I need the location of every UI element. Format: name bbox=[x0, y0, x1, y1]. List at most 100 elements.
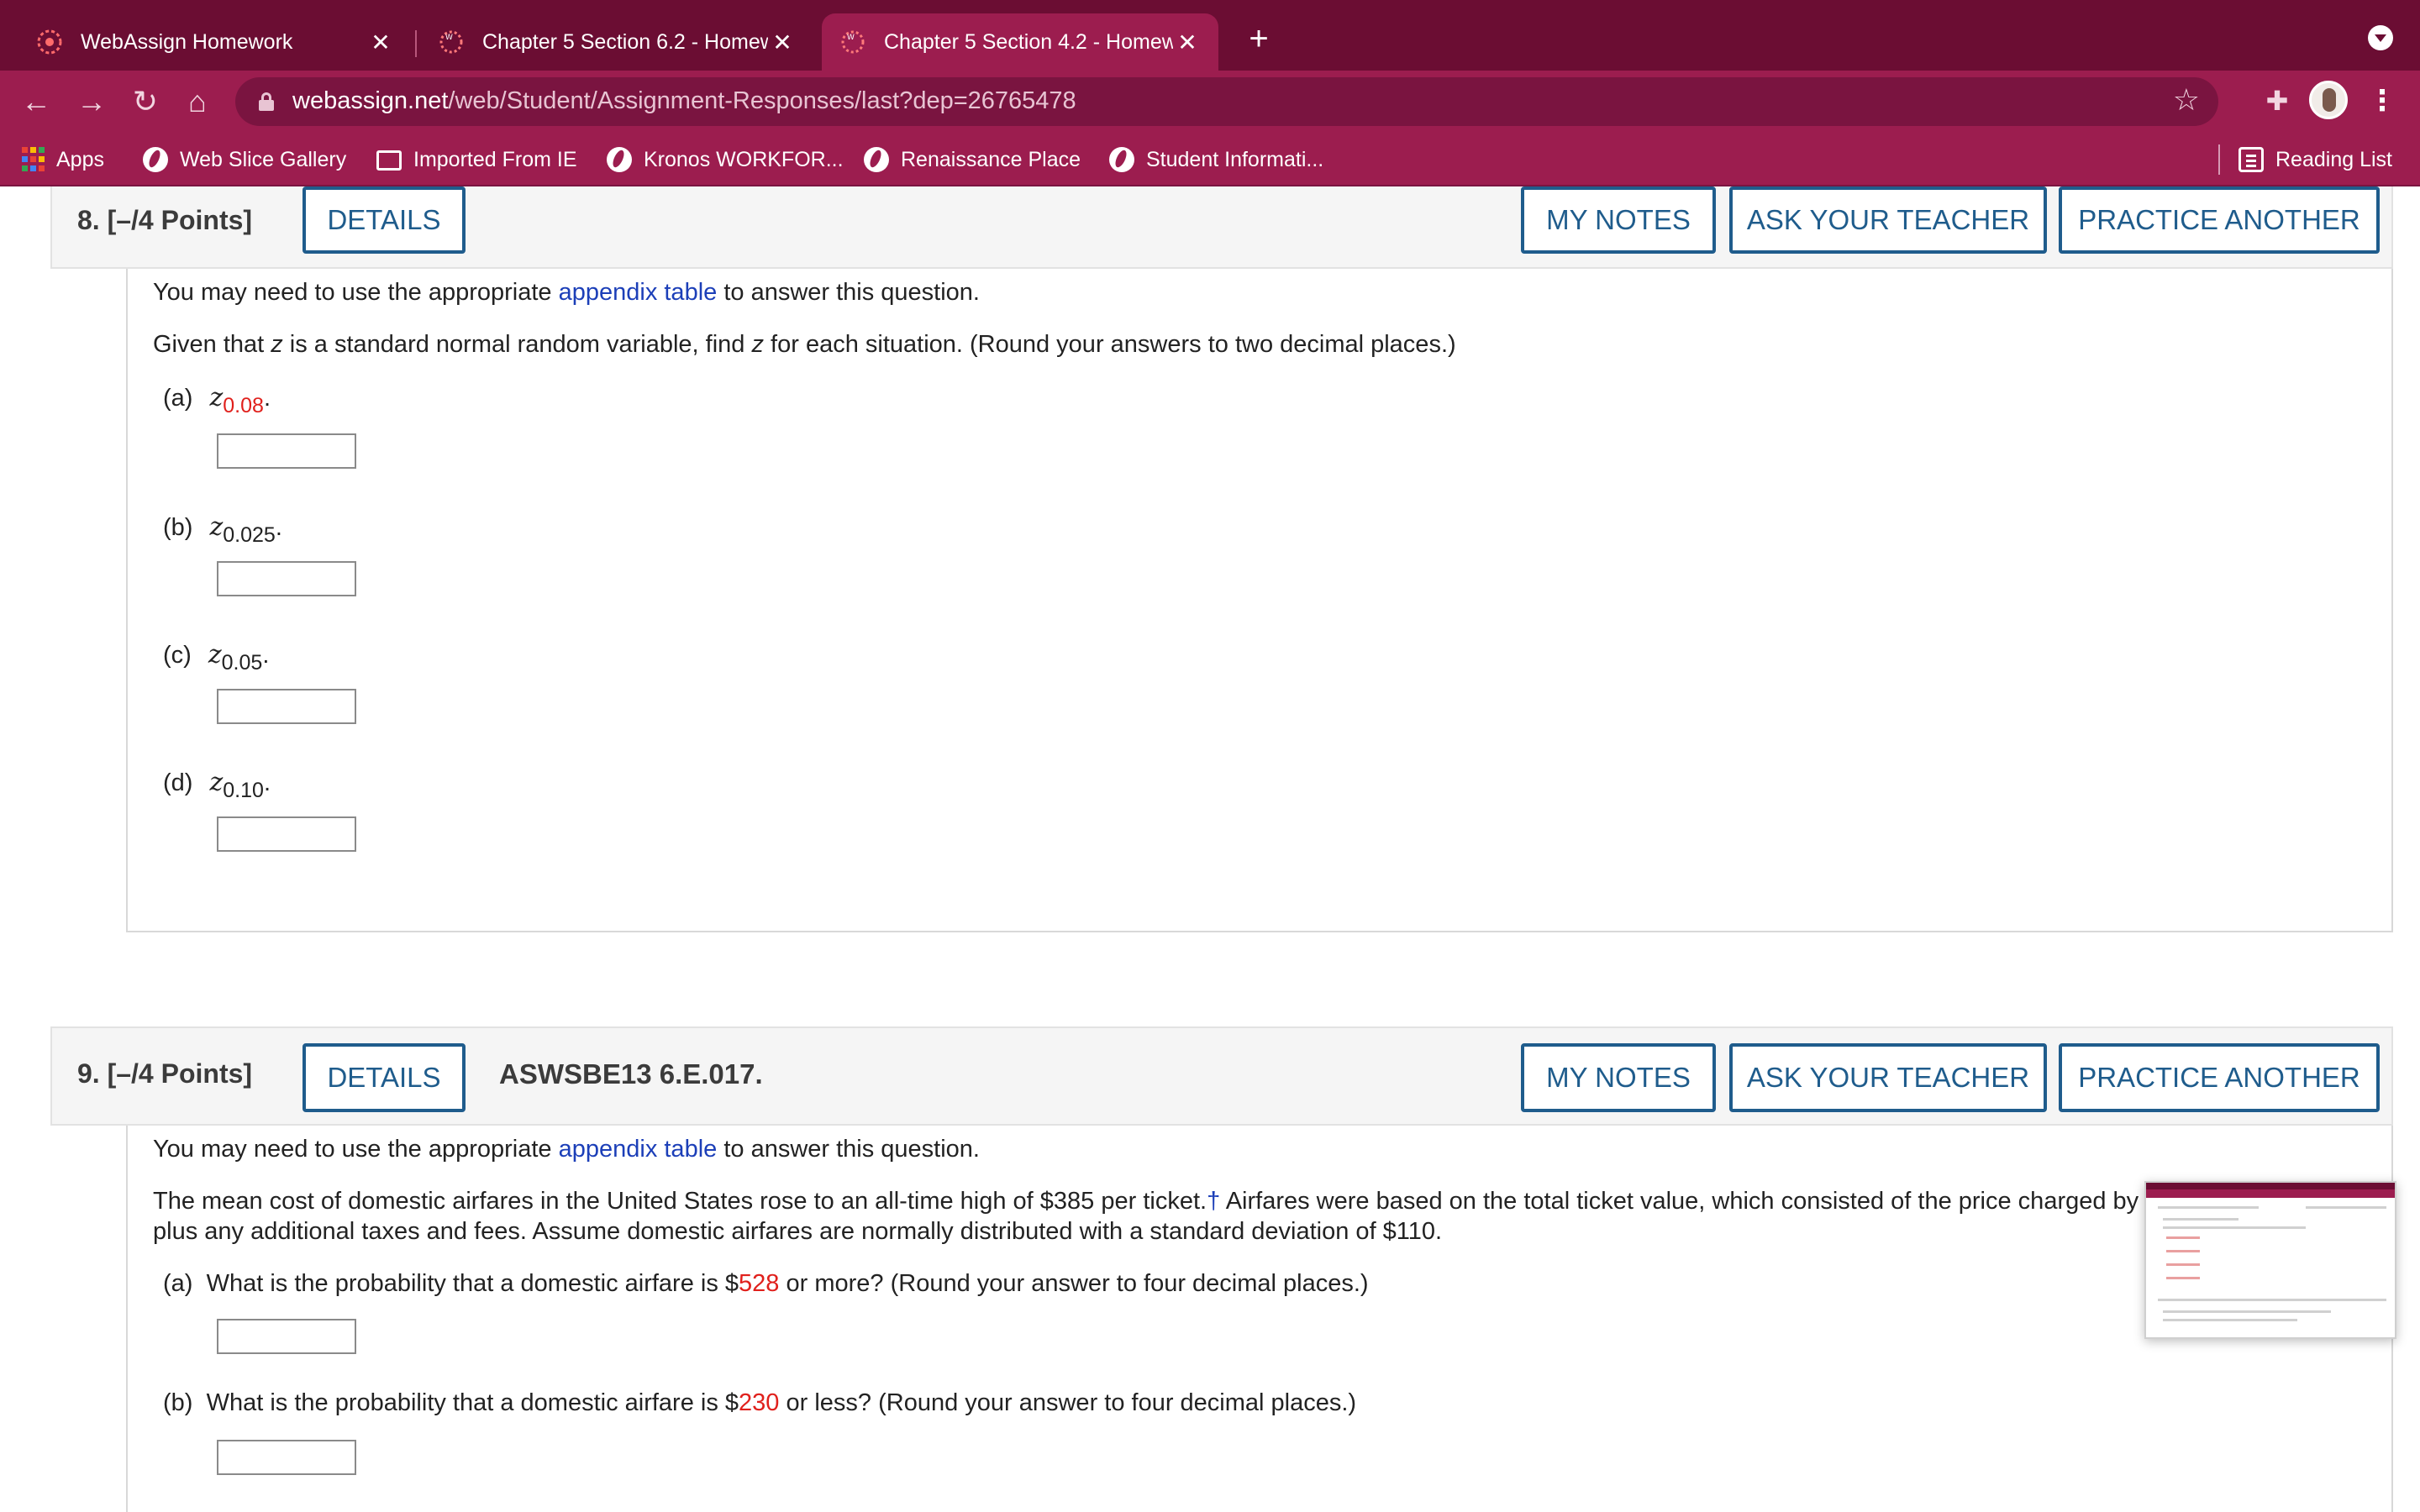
tab-chapter-5-section-4-2[interactable]: W Chapter 5 Section 4.2 - Homew ✕ bbox=[822, 13, 1218, 71]
answer-input-c[interactable] bbox=[217, 689, 356, 724]
browser-toolbar: ← → ↻ ⌂ webassign.net/web/Student/Assign… bbox=[0, 71, 2420, 133]
answer-input-a[interactable] bbox=[217, 1319, 356, 1354]
reading-list-button[interactable]: Reading List bbox=[2238, 133, 2392, 186]
prompt-text: for each situation. (Round your answers … bbox=[763, 331, 1456, 358]
webassign-page: 8. [–/4 Points] DETAILS MY NOTES ASK YOU… bbox=[0, 186, 2420, 1512]
thumbnail-toolbar bbox=[2146, 1189, 2395, 1198]
bookmark-label: Apps bbox=[56, 147, 104, 171]
screenshot-thumbnail[interactable] bbox=[2144, 1181, 2396, 1339]
thumbnail-line bbox=[2158, 1206, 2259, 1209]
profile-avatar[interactable] bbox=[2309, 81, 2348, 119]
prompt-text: The mean cost of domestic airfares in th… bbox=[153, 1188, 1207, 1215]
svg-text:W: W bbox=[847, 34, 855, 42]
bookmark-renaissance-place[interactable]: Renaissance Place bbox=[864, 133, 1081, 186]
thumbnail-line bbox=[2163, 1218, 2238, 1221]
answer-input-d[interactable] bbox=[217, 816, 356, 852]
thumbnail-line bbox=[2163, 1319, 2297, 1321]
extensions-puzzle-icon[interactable]: ✚ bbox=[2260, 84, 2294, 118]
z-subscript: 0.08 bbox=[223, 394, 264, 417]
part-letter: (a) bbox=[163, 1270, 193, 1297]
thumbnail-line bbox=[2163, 1226, 2306, 1229]
question-8-prompt: Given that z is a standard normal random… bbox=[153, 331, 1456, 359]
thumbnail-line bbox=[2158, 1299, 2386, 1301]
my-notes-button[interactable]: MY NOTES bbox=[1521, 1043, 1716, 1112]
browser-menu-icon[interactable]: ⋮ bbox=[2368, 84, 2396, 118]
ask-your-teacher-button[interactable]: ASK YOUR TEACHER bbox=[1729, 186, 2047, 254]
bookmark-kronos[interactable]: Kronos WORKFOR... bbox=[607, 133, 844, 186]
thumbnail-line bbox=[2166, 1263, 2200, 1266]
bookmark-student-information[interactable]: Student Informati... bbox=[1109, 133, 1323, 186]
thumbnail-line bbox=[2306, 1206, 2386, 1209]
prompt-text: Airfares were based on the total ticket … bbox=[1220, 1188, 2264, 1215]
answer-input-a[interactable] bbox=[217, 433, 356, 469]
question-9-number-points: 9. [–/4 Points] bbox=[77, 1058, 252, 1089]
my-notes-button[interactable]: MY NOTES bbox=[1521, 186, 1716, 254]
reading-list-label: Reading List bbox=[2275, 147, 2392, 171]
dollar-value: 528 bbox=[739, 1270, 780, 1297]
practice-another-button[interactable]: PRACTICE ANOTHER bbox=[2059, 186, 2380, 254]
bookmarks-divider bbox=[2218, 144, 2220, 175]
tab-title: Chapter 5 Section 6.2 - Homew bbox=[482, 29, 768, 54]
forward-arrow-icon[interactable]: → bbox=[72, 82, 111, 121]
part-text: What is the probability that a domestic … bbox=[206, 1270, 739, 1297]
part-text: or less? (Round your answer to four deci… bbox=[779, 1389, 1357, 1416]
appendix-note-text: to answer this question. bbox=[717, 279, 980, 306]
part-text: What is the probability that a domestic … bbox=[206, 1389, 739, 1416]
url-path: /web/Student/Assignment-Responses/last?d… bbox=[448, 87, 1076, 114]
question-number: 9. bbox=[77, 1058, 100, 1089]
url-text[interactable]: webassign.net/web/Student/Assignment-Res… bbox=[292, 87, 1076, 115]
z-subscript: 0.05 bbox=[221, 651, 263, 675]
home-icon[interactable]: ⌂ bbox=[178, 82, 217, 121]
bookmark-web-slice-gallery[interactable]: Web Slice Gallery bbox=[143, 133, 346, 186]
thumbnail-line bbox=[2166, 1250, 2200, 1252]
folder-icon bbox=[376, 150, 402, 171]
appendix-note-text: You may need to use the appropriate bbox=[153, 279, 559, 306]
url-domain: webassign.net bbox=[292, 87, 449, 114]
bookmark-label: Web Slice Gallery bbox=[180, 147, 347, 171]
tab-webassign-homework[interactable]: WebAssign Homework ✕ bbox=[18, 13, 412, 71]
lock-icon bbox=[259, 92, 274, 111]
footnote-dagger-link[interactable]: † bbox=[1207, 1188, 1220, 1215]
answer-input-b[interactable] bbox=[217, 1440, 356, 1475]
part-letter: (c) bbox=[163, 642, 192, 669]
tab-title: Chapter 5 Section 4.2 - Homew bbox=[884, 29, 1173, 54]
back-arrow-icon[interactable]: ← bbox=[17, 82, 55, 121]
prompt-variable: z bbox=[751, 331, 764, 358]
question-9-prompt-line-1: The mean cost of domestic airfares in th… bbox=[153, 1188, 2263, 1215]
tab-chapter-5-section-6-2[interactable]: W Chapter 5 Section 6.2 - Homew ✕ bbox=[420, 13, 813, 71]
appendix-table-link[interactable]: appendix table bbox=[559, 1136, 718, 1163]
new-tab-button[interactable]: + bbox=[1240, 20, 1277, 57]
dollar-value: 230 bbox=[739, 1389, 780, 1416]
z-variable: z bbox=[209, 768, 224, 797]
apps-grid-icon bbox=[22, 147, 45, 172]
close-tab-icon[interactable]: ✕ bbox=[366, 29, 395, 56]
address-bar[interactable]: webassign.net/web/Student/Assignment-Res… bbox=[235, 77, 2218, 126]
thumbnail-line bbox=[2166, 1236, 2200, 1239]
question-8-body: You may need to use the appropriate appe… bbox=[126, 269, 2393, 932]
prompt-text: Given that bbox=[153, 331, 271, 358]
practice-another-button[interactable]: PRACTICE ANOTHER bbox=[2059, 1043, 2380, 1112]
details-button[interactable]: DETAILS bbox=[302, 186, 466, 254]
appendix-note: You may need to use the appropriate appe… bbox=[153, 279, 980, 307]
bookmark-star-icon[interactable]: ☆ bbox=[2173, 82, 2200, 118]
appendix-table-link[interactable]: appendix table bbox=[559, 279, 718, 306]
close-tab-icon[interactable]: ✕ bbox=[768, 29, 797, 56]
appendix-note-text: to answer this question. bbox=[717, 1136, 980, 1163]
details-button[interactable]: DETAILS bbox=[302, 1043, 466, 1112]
svg-text:W: W bbox=[445, 34, 453, 42]
tab-search-icon[interactable] bbox=[2368, 25, 2393, 50]
question-number: 8. bbox=[77, 205, 100, 235]
question-8-number-points: 8. [–/4 Points] bbox=[77, 205, 252, 236]
answer-input-b[interactable] bbox=[217, 561, 356, 596]
question-9-prompt-line-2: plus any additional taxes and fees. Assu… bbox=[153, 1218, 1443, 1245]
z-variable: z bbox=[209, 383, 224, 412]
reload-icon[interactable]: ↻ bbox=[126, 82, 165, 121]
webassign-logo-icon bbox=[35, 28, 64, 56]
tab-strip: WebAssign Homework ✕ W Chapter 5 Section… bbox=[0, 0, 2420, 71]
globe-icon bbox=[607, 147, 632, 172]
part-letter: (b) bbox=[163, 1389, 193, 1416]
close-tab-icon[interactable]: ✕ bbox=[1173, 29, 1202, 56]
bookmark-imported-from-ie[interactable]: Imported From IE bbox=[376, 133, 577, 186]
ask-your-teacher-button[interactable]: ASK YOUR TEACHER bbox=[1729, 1043, 2047, 1112]
bookmark-apps[interactable]: Apps bbox=[22, 133, 104, 186]
